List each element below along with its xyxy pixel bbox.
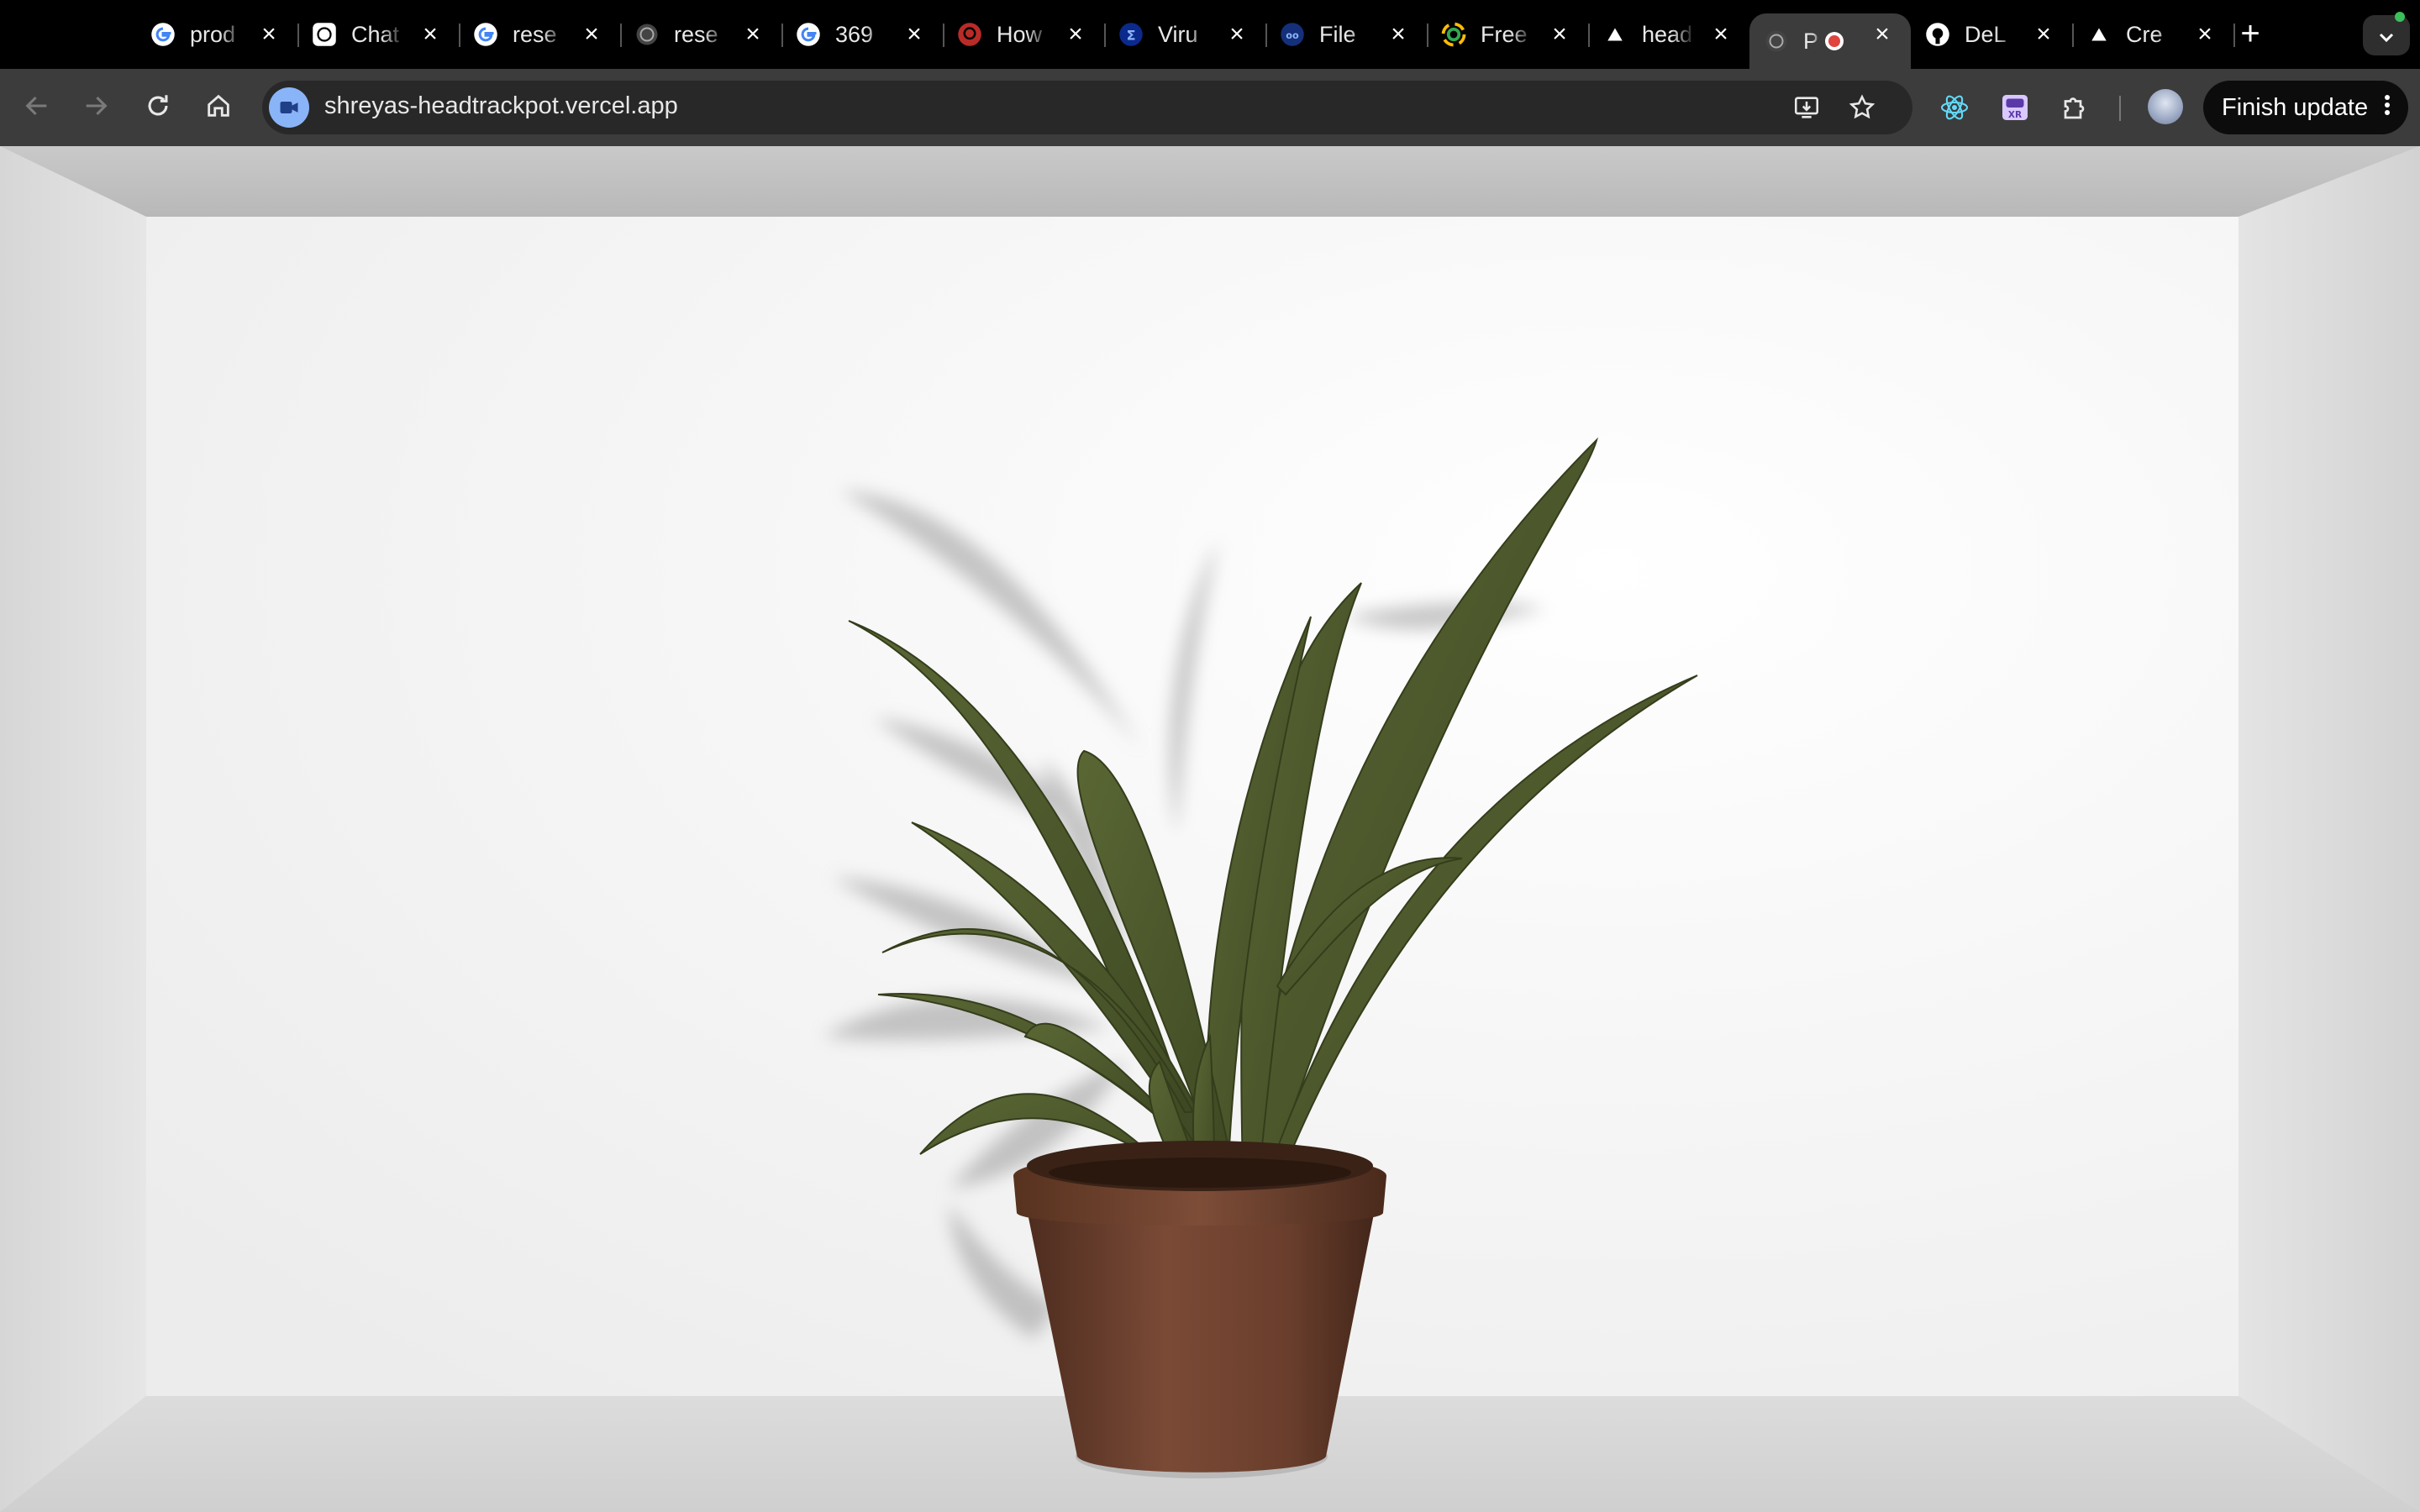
chatgpt-icon <box>311 21 338 48</box>
install-app-icon[interactable] <box>1790 91 1823 124</box>
tab-strip: prod × Chat × rese × rese × 369 × How × Σ Viru × oo File… <box>0 0 2420 69</box>
ceiling <box>0 146 2420 217</box>
close-tab-icon[interactable]: × <box>1223 21 1250 48</box>
browser-toolbar: shreyas-headtrackpot.vercel.app XR Finis… <box>0 69 2420 146</box>
browser-tab[interactable]: 369 × <box>781 13 944 55</box>
tab-title: File <box>1319 21 1356 47</box>
browser-tab[interactable]: DeL × <box>1911 13 2074 55</box>
vercel-icon <box>2086 21 2112 48</box>
tab-search-button[interactable] <box>2363 12 2410 55</box>
toolbar-divider <box>2119 96 2121 121</box>
home-button[interactable] <box>197 86 240 129</box>
tab-title: head <box>1642 21 1693 47</box>
finish-update-label: Finish update <box>2222 93 2369 121</box>
close-tab-icon[interactable]: × <box>739 21 766 48</box>
profile-avatar[interactable] <box>2148 89 2183 124</box>
globe-icon <box>1763 28 1790 55</box>
tab-title: prod <box>190 21 236 47</box>
svg-text:Σ: Σ <box>1126 27 1135 43</box>
close-tab-icon[interactable]: × <box>578 21 605 48</box>
home-icon <box>204 92 233 124</box>
svg-text:XR: XR <box>2008 110 2022 120</box>
tab-title: rese <box>513 21 557 47</box>
tab-title: 369 <box>835 21 874 47</box>
close-tab-icon[interactable]: × <box>1707 21 1734 48</box>
camera-in-use-icon[interactable] <box>269 87 309 128</box>
vercel-icon <box>1602 21 1628 48</box>
back-button[interactable] <box>15 86 59 129</box>
close-tab-icon[interactable]: × <box>1385 21 1412 48</box>
browser-tab[interactable]: P × <box>1749 13 1911 69</box>
browser-tab[interactable]: rese × <box>620 13 783 55</box>
google-icon <box>150 21 176 48</box>
browser-tab[interactable]: How × <box>943 13 1106 55</box>
browser-tab[interactable]: prod × <box>136 13 299 55</box>
close-tab-icon[interactable]: × <box>417 21 444 48</box>
tab-title: Cre <box>2126 21 2163 47</box>
new-tab-button[interactable]: + <box>2230 15 2270 55</box>
close-tab-icon[interactable]: × <box>1869 21 1896 48</box>
right-wall <box>2238 146 2420 1512</box>
tab-title: P <box>1803 28 1819 54</box>
browser-tab[interactable]: Free × <box>1427 13 1590 55</box>
browser-tab[interactable]: Chat × <box>297 13 460 55</box>
close-tab-icon[interactable]: × <box>2191 21 2218 48</box>
react-devtools-icon[interactable] <box>1934 87 1975 128</box>
quora-icon <box>956 21 983 48</box>
virustotal-icon: Σ <box>1118 21 1144 48</box>
address-bar[interactable]: shreyas-headtrackpot.vercel.app <box>262 81 1912 134</box>
reload-icon <box>144 92 172 124</box>
forward-button[interactable] <box>74 86 118 129</box>
tab-title: rese <box>674 21 718 47</box>
browser-tab[interactable]: Σ Viru × <box>1104 13 1267 55</box>
tab-title: How <box>997 21 1043 47</box>
github-icon <box>1924 21 1951 48</box>
tab-title: Free <box>1481 21 1528 47</box>
webgl-canvas[interactable] <box>0 146 2420 1512</box>
browser-tab[interactable]: oo File × <box>1265 13 1428 55</box>
arrow-left-icon <box>23 92 51 124</box>
more-menu-icon[interactable] <box>2383 92 2391 118</box>
tab-title: Viru <box>1158 21 1198 47</box>
reload-button[interactable] <box>136 86 180 129</box>
recording-indicator-icon <box>1825 32 1844 50</box>
svg-text:oo: oo <box>1286 30 1299 41</box>
puzzle-icon[interactable] <box>2055 87 2096 128</box>
browser-tab[interactable]: Cre × <box>2072 13 2235 55</box>
google-icon <box>472 21 499 48</box>
file-converter-icon: oo <box>1279 21 1306 48</box>
browser-tab[interactable]: head × <box>1588 13 1749 55</box>
bookmark-star-icon[interactable] <box>1845 91 1879 124</box>
browser-tab[interactable]: rese × <box>459 13 622 55</box>
tab-title: Chat <box>351 21 400 47</box>
webxr-icon[interactable]: XR <box>1995 87 2035 128</box>
google-icon <box>795 21 822 48</box>
close-tab-icon[interactable]: × <box>2030 21 2057 48</box>
close-tab-icon[interactable]: × <box>1062 21 1089 48</box>
close-tab-icon[interactable]: × <box>901 21 928 48</box>
left-wall <box>0 146 146 1512</box>
arrow-right-icon <box>82 92 110 124</box>
globe-icon <box>634 21 660 48</box>
room-scene <box>0 146 2420 1512</box>
tab-title: DeL <box>1965 21 2007 47</box>
finish-update-button[interactable]: Finish update <box>2203 81 2408 134</box>
spinner-logo-icon <box>1440 21 1467 48</box>
close-tab-icon[interactable]: × <box>255 21 282 48</box>
chevron-down-icon <box>2376 23 2396 48</box>
url-text: shreyas-headtrackpot.vercel.app <box>324 92 678 119</box>
close-tab-icon[interactable]: × <box>1546 21 1573 48</box>
